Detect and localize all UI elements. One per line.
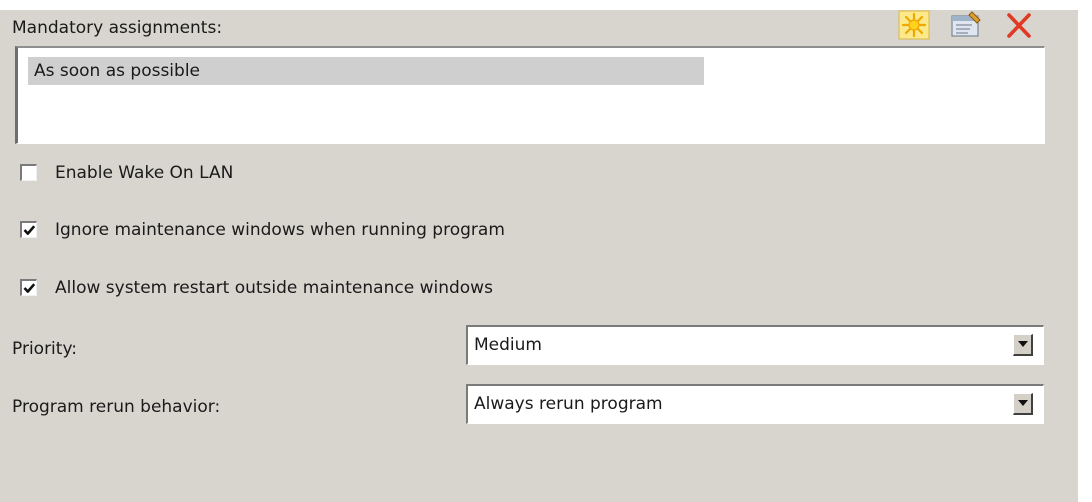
priority-label: Priority: [12, 339, 77, 359]
allow-restart-label: Allow system restart outside maintenance… [55, 278, 493, 298]
new-icon [898, 10, 930, 40]
mandatory-assignments-label: Mandatory assignments: [12, 18, 223, 38]
rerun-behavior-select[interactable]: Always rerun program [466, 384, 1044, 424]
wake-on-lan-label: Enable Wake On LAN [55, 163, 234, 183]
rerun-behavior-value: Always rerun program [474, 394, 663, 414]
list-item[interactable]: As soon as possible [28, 57, 704, 85]
ignore-maintenance-label: Ignore maintenance windows when running … [55, 220, 505, 240]
priority-select[interactable]: Medium [466, 325, 1044, 365]
chevron-down-icon [1018, 400, 1028, 406]
allow-restart-checkbox[interactable] [20, 279, 37, 296]
ignore-maintenance-checkbox[interactable] [20, 221, 37, 238]
window-edge [1078, 0, 1092, 502]
rerun-behavior-label: Program rerun behavior: [12, 397, 221, 417]
mandatory-assignments-list[interactable]: As soon as possible [15, 46, 1045, 144]
checkmark-icon [23, 225, 36, 235]
properties-icon [951, 11, 981, 37]
priority-value: Medium [474, 335, 542, 355]
new-assignment-button[interactable] [898, 10, 930, 40]
properties-button[interactable] [950, 10, 982, 40]
dropdown-arrow-button[interactable] [1013, 393, 1033, 415]
wake-on-lan-checkbox[interactable] [20, 164, 37, 181]
delete-icon [1007, 13, 1031, 38]
delete-button[interactable] [1003, 10, 1035, 40]
checkmark-icon [23, 283, 36, 293]
dropdown-arrow-button[interactable] [1013, 334, 1033, 356]
chevron-down-icon [1018, 341, 1028, 347]
